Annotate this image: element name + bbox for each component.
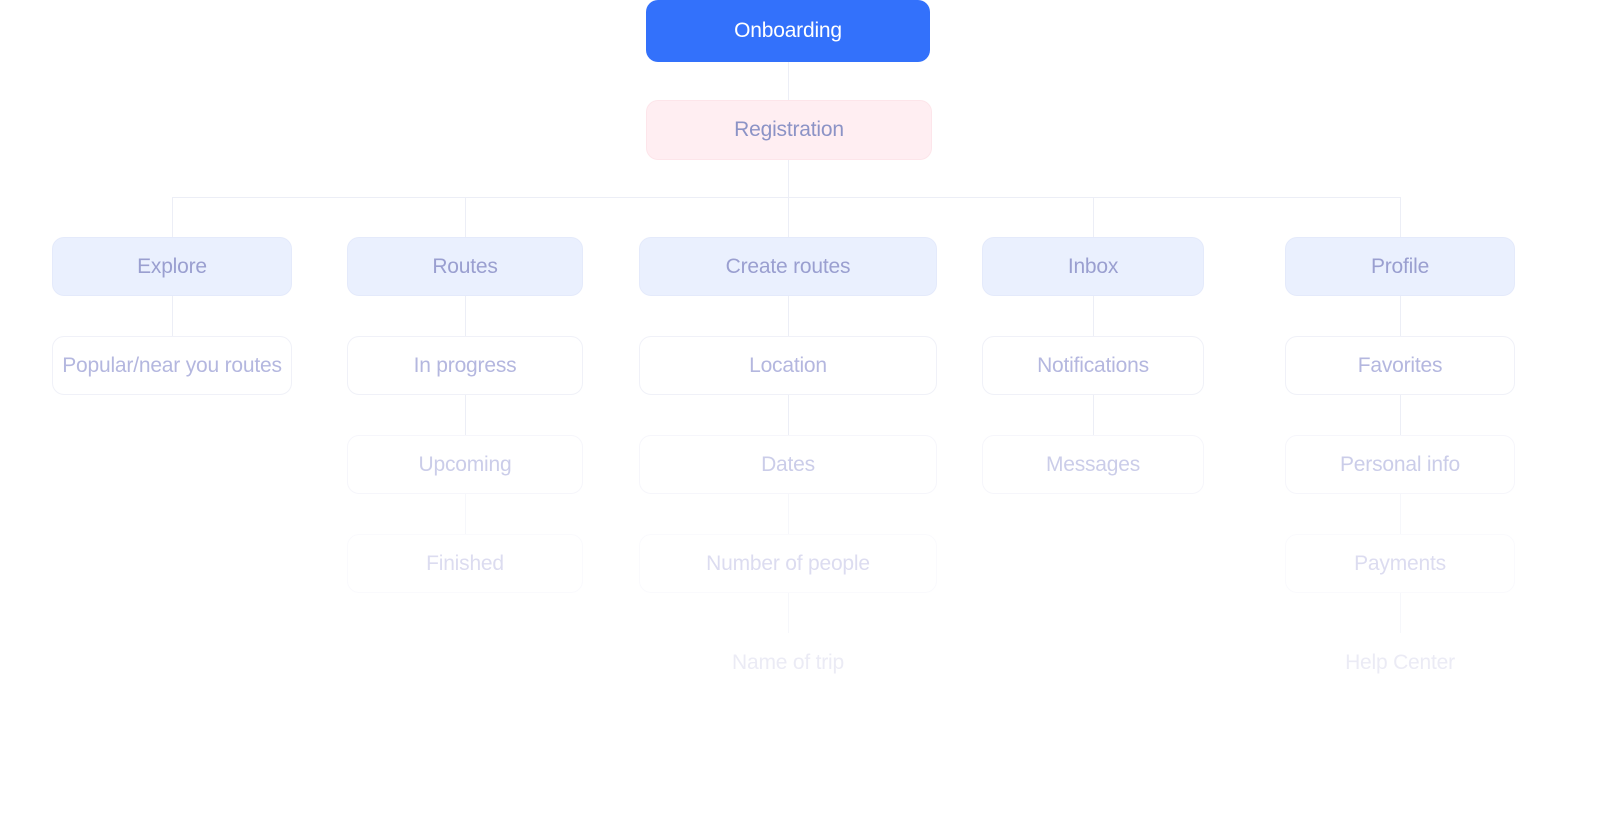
- node-label: Dates: [761, 452, 815, 476]
- node-label: Notifications: [1037, 353, 1149, 377]
- node-upcoming[interactable]: Upcoming: [347, 435, 583, 494]
- node-finished[interactable]: Finished: [347, 534, 583, 593]
- connector-create-routes-4: [788, 593, 789, 633]
- connector-create-routes-3: [788, 494, 789, 534]
- connector-profile-3: [1400, 494, 1401, 534]
- node-label: Upcoming: [418, 452, 512, 476]
- node-name-of-trip[interactable]: Name of trip: [639, 633, 937, 692]
- node-label: Finished: [426, 551, 504, 575]
- connector-registration-bus: [788, 160, 789, 198]
- connector-bus-profile: [1400, 197, 1401, 237]
- node-label: Favorites: [1357, 353, 1443, 377]
- connector-routes-2: [465, 395, 466, 435]
- node-label: Popular/near you routes: [62, 353, 282, 377]
- node-label: Explore: [137, 254, 207, 278]
- node-section-inbox[interactable]: Inbox: [982, 237, 1204, 296]
- node-registration[interactable]: Registration: [646, 100, 932, 160]
- node-notifications[interactable]: Notifications: [982, 336, 1204, 395]
- node-label: Onboarding: [734, 19, 842, 42]
- connector-bus-routes: [465, 197, 466, 237]
- node-location[interactable]: Location: [639, 336, 937, 395]
- connector-profile-2: [1400, 395, 1401, 435]
- node-label: Messages: [1045, 452, 1141, 476]
- connector-section-bus: [172, 197, 1401, 198]
- connector-inbox-2: [1093, 395, 1094, 435]
- connector-root-registration: [788, 62, 789, 100]
- node-label: Routes: [432, 254, 498, 278]
- node-in-progress[interactable]: In progress: [347, 336, 583, 395]
- node-section-profile[interactable]: Profile: [1285, 237, 1515, 296]
- node-messages[interactable]: Messages: [982, 435, 1204, 494]
- connector-routes-3: [465, 494, 466, 534]
- node-help-center[interactable]: Help Center: [1285, 633, 1515, 692]
- connector-bus-create-routes: [788, 197, 789, 237]
- node-onboarding[interactable]: Onboarding: [646, 0, 930, 62]
- node-dates[interactable]: Dates: [639, 435, 937, 494]
- connector-profile-4: [1400, 593, 1401, 633]
- node-label: Create routes: [725, 254, 851, 278]
- node-section-routes[interactable]: Routes: [347, 237, 583, 296]
- connector-bus-explore: [172, 197, 173, 237]
- node-label: Profile: [1370, 254, 1430, 278]
- node-payments[interactable]: Payments: [1285, 534, 1515, 593]
- node-label: Name of trip: [732, 650, 844, 674]
- node-favorites[interactable]: Favorites: [1285, 336, 1515, 395]
- node-label: Inbox: [1067, 254, 1119, 278]
- node-label: Payments: [1354, 551, 1446, 575]
- connector-create-routes-1: [788, 296, 789, 336]
- connector-inbox-1: [1093, 296, 1094, 336]
- node-label: Location: [749, 353, 827, 377]
- node-label: Number of people: [706, 551, 870, 575]
- node-label: Personal info: [1340, 452, 1460, 476]
- node-section-create-routes[interactable]: Create routes: [639, 237, 937, 296]
- connector-explore-1: [172, 296, 173, 336]
- connector-bus-inbox: [1093, 197, 1094, 237]
- connector-create-routes-2: [788, 395, 789, 435]
- node-label: Registration: [734, 118, 844, 141]
- node-popular-near-you-routes[interactable]: Popular/near you routes: [52, 336, 292, 395]
- node-label: In progress: [413, 353, 517, 377]
- node-section-explore[interactable]: Explore: [52, 237, 292, 296]
- connector-routes-1: [465, 296, 466, 336]
- node-label: Help Center: [1345, 650, 1455, 674]
- node-number-of-people[interactable]: Number of people: [639, 534, 937, 593]
- node-personal-info[interactable]: Personal info: [1285, 435, 1515, 494]
- connector-profile-1: [1400, 296, 1401, 336]
